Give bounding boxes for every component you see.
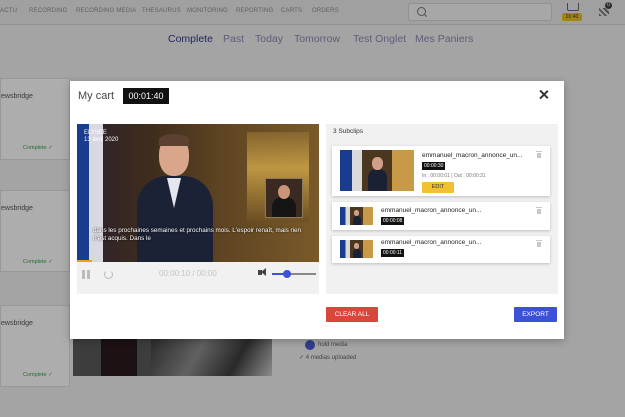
clear-all-button[interactable]: CLEAR ALL [326,307,378,322]
playback-progress[interactable] [77,260,92,262]
delete-icon[interactable] [536,151,542,158]
cart-modal: My cart 00:01:40 ELYSEE 13 avril 2020 da… [70,81,564,339]
subclip-duration: 00:00:11 [381,249,405,257]
speaker-figure [137,134,213,262]
edit-button[interactable]: EDIT [422,182,454,193]
video-player: ELYSEE 13 avril 2020 dans les prochaines… [77,124,319,294]
cart-duration-badge: 00:01:40 [123,88,169,104]
subclip-duration: 00:00:08 [381,217,405,225]
subclip-item[interactable]: emmanuel_macron_annonce_un... 00:00:30 I… [332,146,550,196]
subclip-thumbnail [340,207,373,225]
sign-language-inset [265,178,303,218]
pause-button[interactable] [82,270,90,279]
modal-header: My cart 00:01:40 [70,81,564,109]
player-controls: 00:00:10 / 00:00 [77,264,319,284]
subclips-count: 3 Subclips [333,128,363,135]
export-button[interactable]: EXPORT [514,307,557,322]
time-display: 00:00:10 / 00:00 [159,269,217,278]
subclip-item[interactable]: emmanuel_macron_annonce_un... 00:00:08 [332,202,550,230]
broadcast-logo: ELYSEE 13 avril 2020 [84,130,119,143]
modal-title: My cart [78,90,115,102]
volume-icon[interactable] [258,268,266,276]
subclip-name: emmanuel_macron_annonce_un... [422,152,523,159]
volume-handle[interactable] [283,270,292,278]
subclip-name: emmanuel_macron_annonce_un... [381,239,482,246]
flag-decor [77,124,89,262]
subclip-duration: 00:00:30 [422,162,446,170]
delete-icon[interactable] [536,207,542,214]
subclip-in-out: In : 00:00:01 | Out : 00:00:31 [422,173,486,179]
subclip-thumbnail [340,240,373,258]
replay-button[interactable] [104,270,113,279]
subclip-item[interactable]: emmanuel_macron_annonce_un... 00:00:11 [332,236,550,263]
video-subtitle: dans les prochaines semaines et prochain… [93,227,302,242]
subclips-panel: 3 Subclips emmanuel_macron_annonce_un...… [326,124,558,294]
video-frame[interactable]: ELYSEE 13 avril 2020 dans les prochaines… [77,124,319,262]
close-button[interactable] [537,88,551,102]
subclip-thumbnail [340,150,414,191]
delete-icon[interactable] [536,240,542,247]
subclip-name: emmanuel_macron_annonce_un... [381,207,482,214]
